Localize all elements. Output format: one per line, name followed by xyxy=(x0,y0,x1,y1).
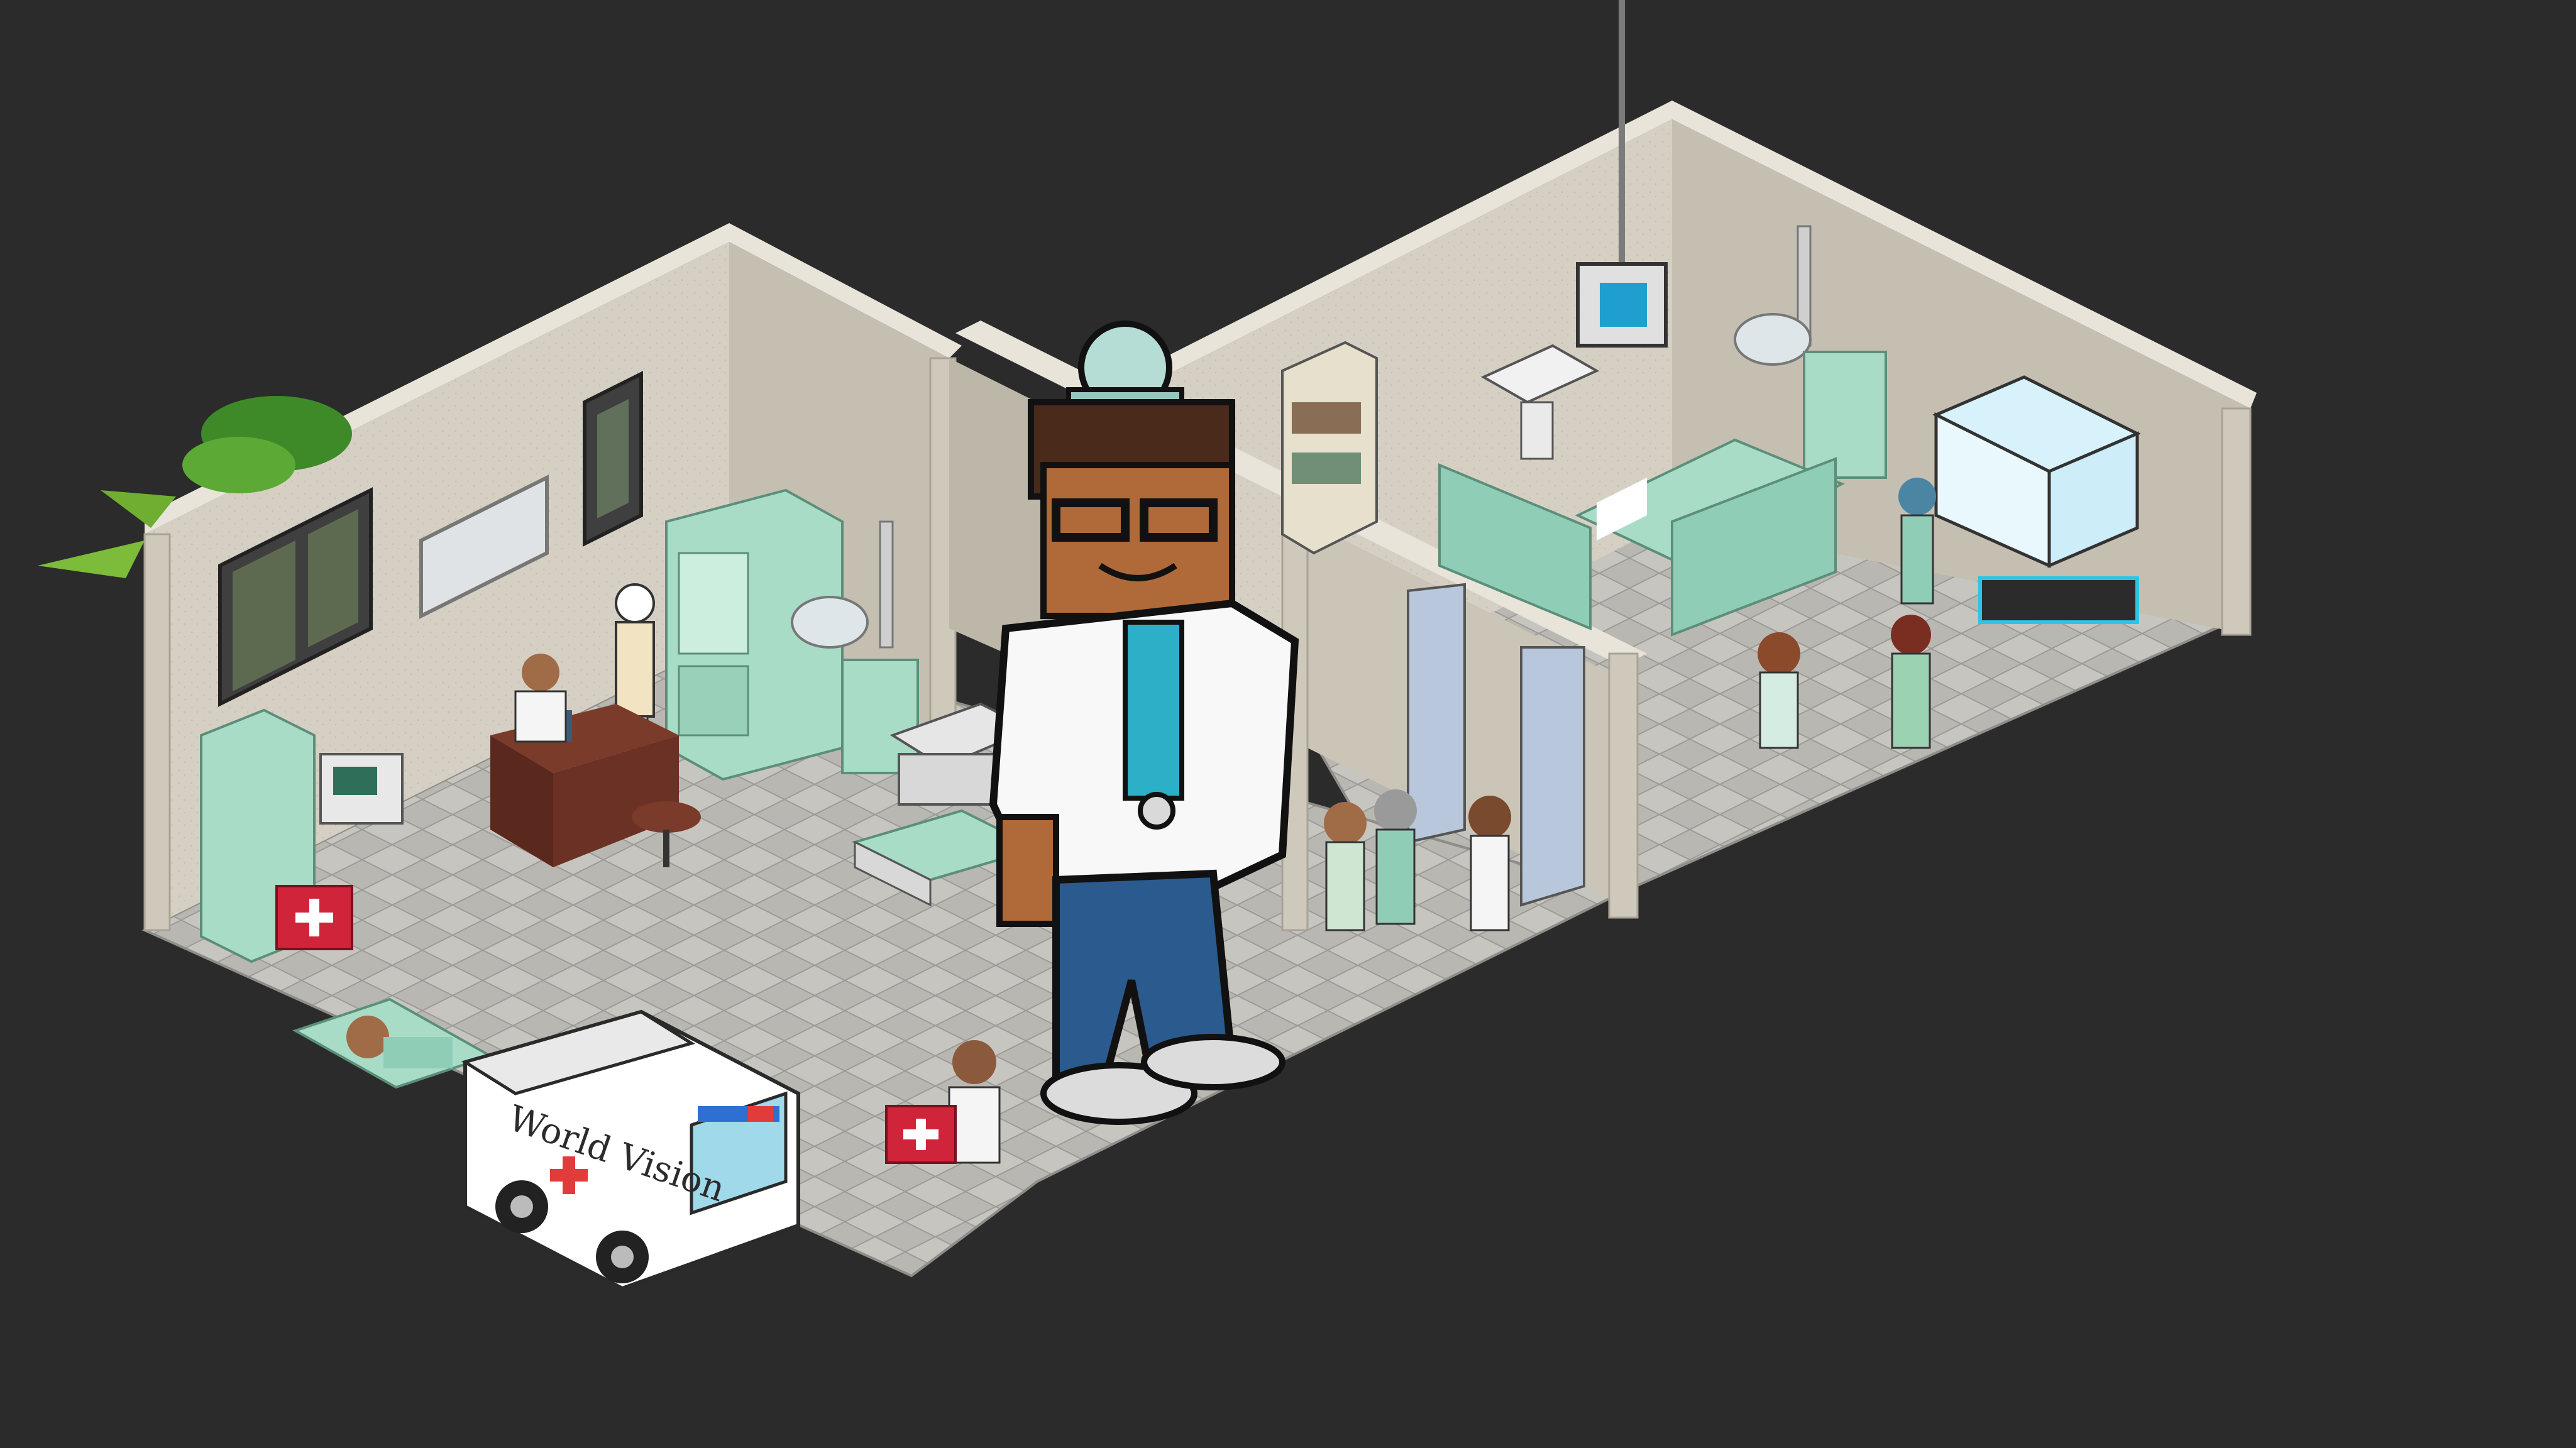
door-left[interactable] xyxy=(1407,583,1466,844)
waiting-avatar-2[interactable] xyxy=(1374,789,1417,925)
tv-monitor-icon[interactable] xyxy=(1576,262,1668,348)
supply-shelf[interactable] xyxy=(1281,341,1378,555)
hospital-room[interactable]: World Vision xyxy=(0,0,2576,1448)
incubator-surgeon-avatar[interactable] xyxy=(1898,478,1936,605)
heart-monitor[interactable] xyxy=(319,753,404,825)
seated-doctor-avatar[interactable] xyxy=(514,654,567,743)
surgeon-avatar[interactable] xyxy=(1891,615,1931,749)
door-right[interactable] xyxy=(1520,646,1585,907)
first-aid-kit-icon[interactable] xyxy=(275,885,353,950)
waiting-avatar-3[interactable] xyxy=(1468,796,1511,931)
wall-window-small xyxy=(583,371,643,547)
nurse-avatar[interactable] xyxy=(1758,632,1800,749)
game-scene[interactable]: World Vision xyxy=(0,0,2576,1448)
waiting-avatar-1[interactable] xyxy=(1324,802,1367,931)
first-aid-kit-icon[interactable] xyxy=(885,1105,957,1164)
